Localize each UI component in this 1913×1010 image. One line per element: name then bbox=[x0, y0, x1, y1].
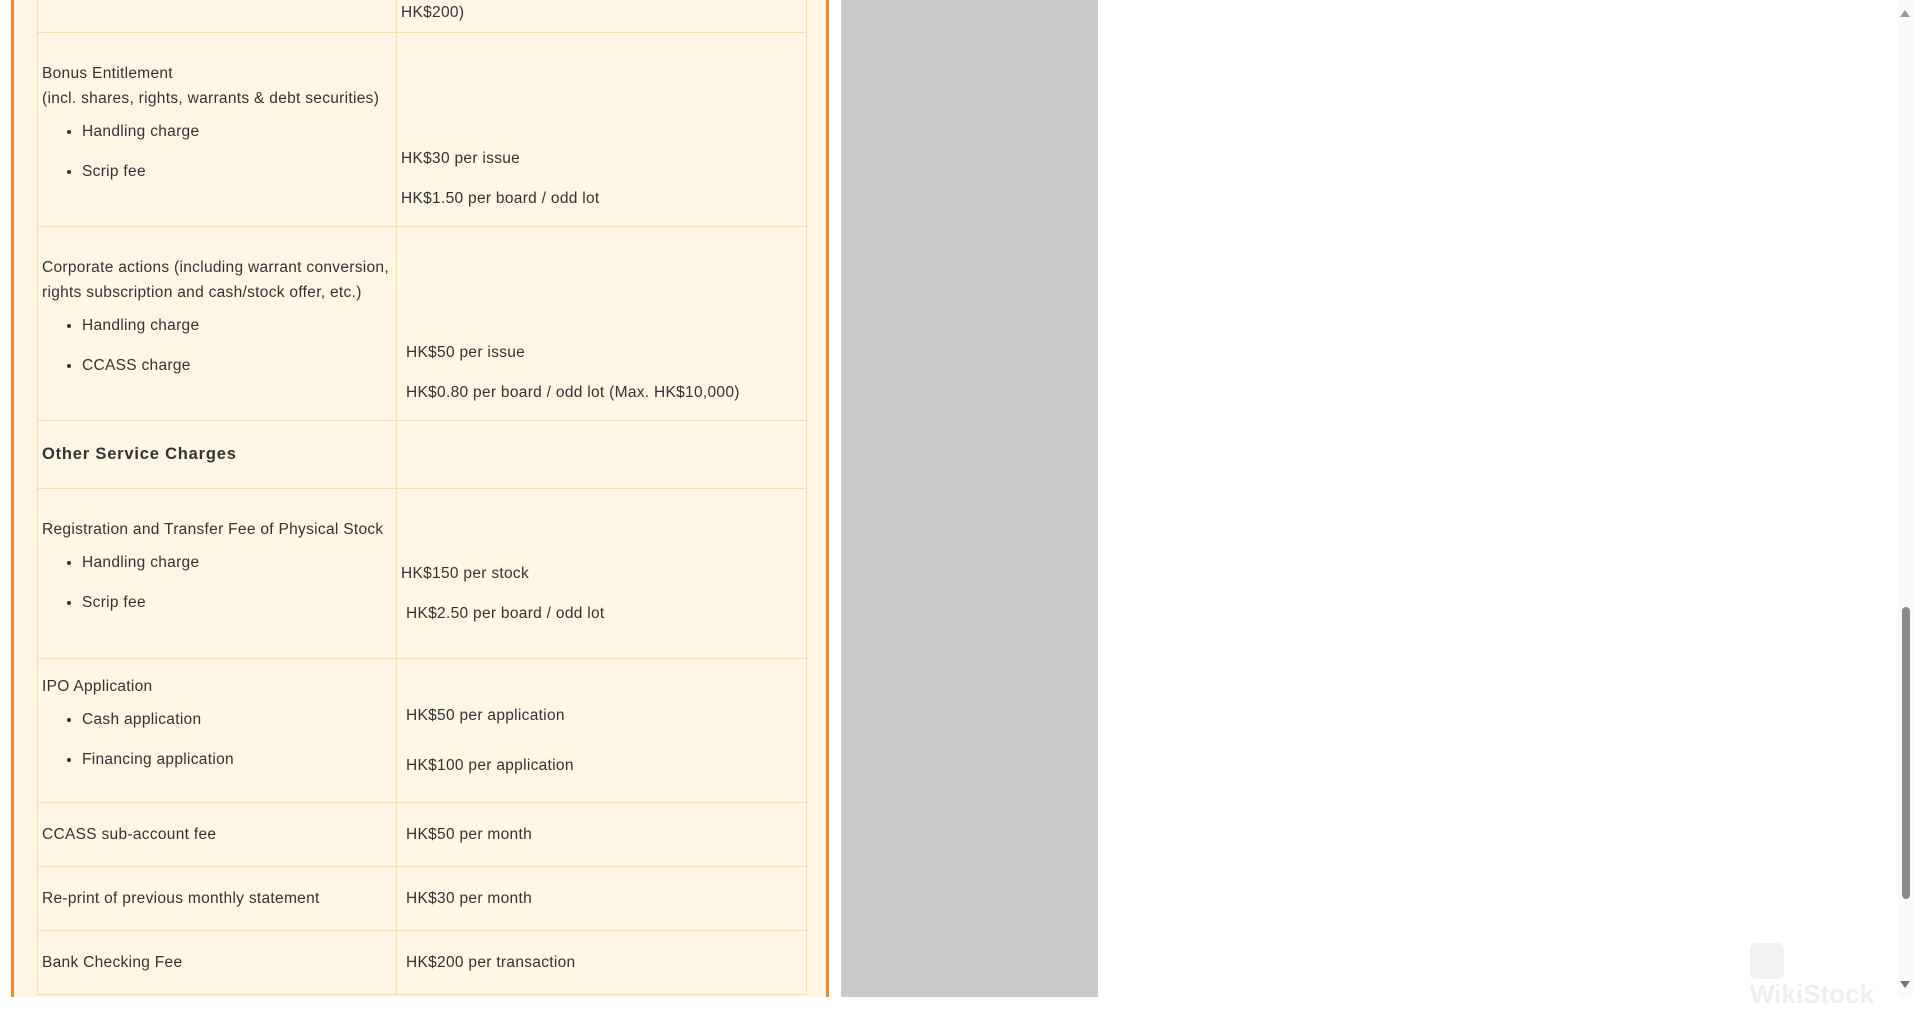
fee-value: HK$2.50 per board / odd lot bbox=[406, 605, 605, 622]
row-title: Bank Checking Fee bbox=[37, 930, 397, 995]
fee-value: HK$0.80 per board / odd lot (Max. HK$10,… bbox=[406, 384, 740, 401]
table-row: Other Service Charges bbox=[37, 420, 807, 489]
list-item: Handling charge bbox=[82, 550, 392, 575]
table-row: CCASS sub-account fee HK$50 per month bbox=[37, 802, 807, 867]
table-row: Registration and Transfer Fee of Physica… bbox=[37, 488, 807, 659]
list-item: Financing application bbox=[82, 747, 392, 772]
fee-value: HK$100 per application bbox=[406, 757, 574, 774]
fee-value: HK$30 per month bbox=[396, 866, 807, 931]
list-item: Handling charge bbox=[82, 119, 392, 144]
row-subtitle: (incl. shares, rights, warrants & debt s… bbox=[42, 89, 380, 107]
wikistock-logo-icon bbox=[1750, 943, 1784, 979]
list-item: Handling charge bbox=[82, 313, 392, 338]
gray-gutter bbox=[841, 0, 1098, 997]
fee-value: HK$50 per issue bbox=[406, 344, 526, 361]
list-item: Cash application bbox=[82, 707, 392, 732]
section-heading: Other Service Charges bbox=[37, 420, 397, 489]
fee-value: HK$30 per issue bbox=[401, 150, 521, 167]
fee-value: HK$50 per application bbox=[406, 707, 565, 724]
fee-panel: HK$200) Bonus Entitlement (incl. shares, … bbox=[11, 0, 829, 997]
scrollbar-thumb[interactable] bbox=[1902, 607, 1910, 899]
table-row: Corporate actions (including warrant con… bbox=[37, 226, 807, 421]
row-title: Registration and Transfer Fee of Physica… bbox=[42, 521, 384, 538]
fee-value: HK$200) bbox=[396, 0, 807, 33]
table-row: HK$200) bbox=[37, 0, 807, 33]
scroll-down-icon[interactable] bbox=[1900, 981, 1910, 988]
scroll-up-icon[interactable] bbox=[1900, 10, 1910, 17]
table-row: Re-print of previous monthly statement HK… bbox=[37, 866, 807, 931]
fee-value: HK$50 per month bbox=[396, 802, 807, 867]
blank-area bbox=[1098, 0, 1898, 997]
row-title: IPO Application bbox=[42, 678, 153, 695]
list-item: CCASS charge bbox=[82, 353, 392, 378]
fee-table: HK$200) Bonus Entitlement (incl. shares, … bbox=[37, 0, 807, 995]
fee-value: HK$150 per stock bbox=[401, 565, 530, 582]
scrollbar[interactable] bbox=[1898, 0, 1913, 997]
table-row: IPO Application Cash application Financin… bbox=[37, 658, 807, 803]
row-title: Corporate actions (including warrant con… bbox=[42, 258, 389, 301]
table-row: Bonus Entitlement (incl. shares, rights, … bbox=[37, 32, 807, 227]
table-row: Bank Checking Fee HK$200 per transaction bbox=[37, 930, 807, 995]
fee-value: HK$200 per transaction bbox=[396, 930, 807, 995]
list-item: Scrip fee bbox=[82, 590, 392, 615]
list-item: Scrip fee bbox=[82, 159, 392, 184]
row-title: Bonus Entitlement bbox=[42, 64, 173, 82]
fee-value: HK$1.50 per board / odd lot bbox=[401, 190, 600, 207]
row-title: Re-print of previous monthly statement bbox=[37, 866, 397, 931]
row-title: CCASS sub-account fee bbox=[37, 802, 397, 867]
watermark: WikiStock bbox=[1750, 943, 1913, 1010]
